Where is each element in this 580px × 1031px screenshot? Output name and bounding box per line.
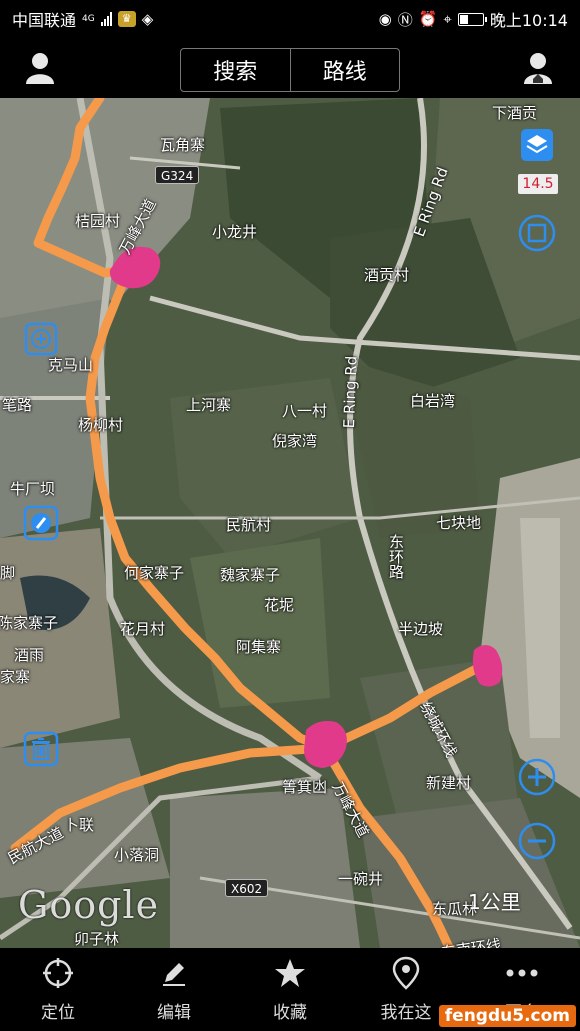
status-bar: 中国联通 4G ♛ ◈ ◉ Ⓝ ⏰ ⌖ 晚上10:14 xyxy=(0,0,580,38)
alarm-icon: ⏰ xyxy=(418,10,438,28)
traffic-icon xyxy=(24,322,58,356)
mode-switch: 搜索 路线 xyxy=(180,48,400,92)
network-type: 4G xyxy=(82,14,95,24)
edit-icon xyxy=(159,956,189,990)
zoom-in-icon xyxy=(518,758,556,796)
location-icon: ⌖ xyxy=(443,10,452,28)
place-label: 八一村 xyxy=(282,402,328,420)
place-label: 家寨 xyxy=(0,668,31,686)
place-label: 七块地 xyxy=(436,514,482,532)
user-account-button[interactable] xyxy=(20,48,60,88)
place-label: 卜联 xyxy=(64,816,95,834)
place-label: 上河寨 xyxy=(186,396,232,414)
watermark: fengdu5.com xyxy=(438,1005,576,1027)
place-label: 桔园村 xyxy=(75,212,121,230)
place-label: 一碗井 xyxy=(338,870,384,888)
layers-button[interactable] xyxy=(518,126,556,164)
zoom-in-button[interactable] xyxy=(518,758,556,796)
place-label: 脚 xyxy=(0,564,16,582)
delete-button[interactable] xyxy=(22,730,60,768)
user-icon xyxy=(26,53,54,84)
place-label: 下酒贡 xyxy=(492,104,538,122)
nav-favorites-label: 收藏 xyxy=(273,1003,307,1023)
carrier-name: 中国联通 xyxy=(12,11,77,30)
nfc-icon: Ⓝ xyxy=(397,10,413,29)
map-view[interactable]: 下酒贡 瓦角寨 小龙井 桔园村 酒贡村 克马山 上河寨 八一村 白岩湾 笔路 杨… xyxy=(0,98,580,948)
eye-icon: ◉ xyxy=(378,10,392,28)
place-label: 陈家寨子 xyxy=(0,614,59,632)
locate-icon xyxy=(41,956,75,990)
place-label: 东环路 xyxy=(387,534,405,579)
place-label: 倪家湾 xyxy=(272,432,318,450)
place-label: 何家寨子 xyxy=(124,564,185,582)
scale-indicator: 1公里 xyxy=(468,890,521,914)
nav-locate[interactable]: 定位 xyxy=(0,948,116,1031)
fullscreen-icon xyxy=(518,214,556,252)
road-shield: X602 xyxy=(225,879,269,897)
place-label: 箐箕凼 xyxy=(282,778,328,796)
nav-favorites[interactable]: 收藏 xyxy=(232,948,348,1031)
nav-locate-label: 定位 xyxy=(41,1003,75,1023)
nav-edit[interactable]: 编辑 xyxy=(116,948,232,1031)
place-label: 牛厂坝 xyxy=(10,480,56,498)
star-icon xyxy=(274,956,306,990)
signal-icon xyxy=(100,12,112,26)
nav-edit-label: 编辑 xyxy=(157,1003,191,1023)
zoom-level-badge: 14.5 xyxy=(518,174,558,194)
place-label: 瓦角寨 xyxy=(160,136,206,154)
place-label: 酒贡村 xyxy=(364,266,410,284)
user-home-button[interactable] xyxy=(518,48,558,88)
compass-button[interactable] xyxy=(22,504,60,542)
shield-icon: ◈ xyxy=(141,10,154,28)
place-label: 卯子林 xyxy=(74,930,120,948)
place-label: 酒雨 xyxy=(14,646,45,664)
place-label: 新建村 xyxy=(426,774,472,792)
bottom-nav: 定位 编辑 收藏 我在这 更多 fengdu5.com xyxy=(0,948,580,1031)
place-label: 白岩湾 xyxy=(410,392,456,410)
user-home-icon xyxy=(524,53,552,84)
place-label: 小龙井 xyxy=(212,223,258,241)
more-icon xyxy=(505,956,539,990)
nav-i-am-here-label: 我在这 xyxy=(380,1003,432,1023)
clock: 晚上10:14 xyxy=(489,11,568,30)
place-label: 笔路 xyxy=(2,396,33,414)
place-label: 半边坡 xyxy=(398,620,444,638)
zoom-out-button[interactable] xyxy=(518,822,556,860)
layers-icon xyxy=(521,129,553,161)
place-label: 杨柳村 xyxy=(78,416,124,434)
trash-icon xyxy=(23,731,59,767)
top-bar: 搜索 路线 xyxy=(0,38,580,98)
crown-badge-icon: ♛ xyxy=(117,11,136,27)
place-label: 小落洞 xyxy=(114,846,160,864)
search-button[interactable]: 搜索 xyxy=(181,49,290,91)
traffic-button[interactable] xyxy=(22,320,60,358)
google-attribution: Google xyxy=(18,883,160,927)
battery-icon xyxy=(457,12,487,26)
fullscreen-button[interactable] xyxy=(518,214,556,252)
compass-icon xyxy=(23,505,59,541)
road-label: E Ring Rd xyxy=(340,355,361,429)
status-bar-right: ◉ Ⓝ ⏰ ⌖ 晚上10:14 xyxy=(379,7,568,31)
route-button[interactable]: 路线 xyxy=(289,49,400,91)
place-label: 花月村 xyxy=(120,620,166,638)
battery-fill xyxy=(459,14,468,24)
place-label: 阿集寨 xyxy=(236,638,282,656)
zoom-out-icon xyxy=(518,822,556,860)
pin-icon xyxy=(392,956,420,990)
road-shield: G324 xyxy=(155,166,200,184)
status-bar-left: 中国联通 4G ♛ ◈ xyxy=(12,7,153,31)
place-label: 魏家寨子 xyxy=(220,566,281,584)
place-label: 花坭 xyxy=(264,596,295,614)
place-label: 民航村 xyxy=(226,516,272,534)
